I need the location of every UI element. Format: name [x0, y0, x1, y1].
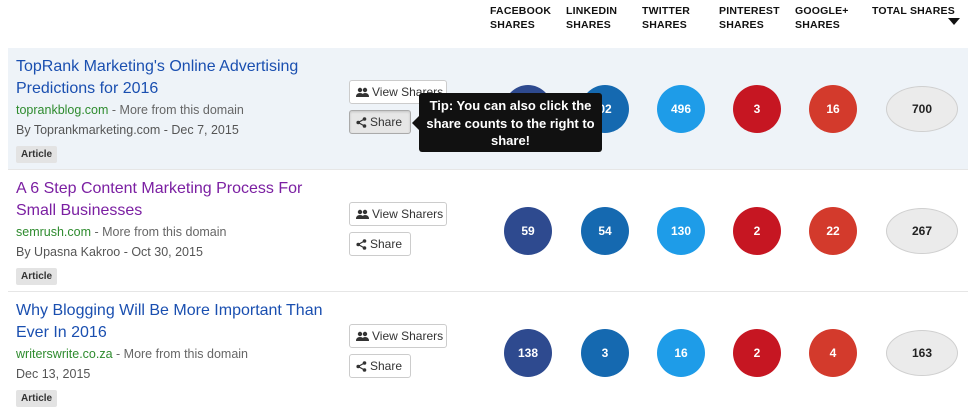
domain-line: semrush.com - More from this domain — [16, 225, 227, 239]
linkedin-share-count[interactable]: 54 — [581, 207, 629, 255]
more-from-domain-link[interactable]: - More from this domain — [91, 225, 227, 239]
domain-link[interactable]: writerswrite.co.za — [16, 347, 113, 361]
facebook-share-count[interactable]: 138 — [504, 329, 552, 377]
table-row: A 6 Step Content Marketing Process For S… — [8, 170, 968, 292]
facebook-share-count[interactable]: 59 — [504, 207, 552, 255]
more-from-domain-link[interactable]: - More from this domain — [113, 347, 248, 361]
pinterest-share-count[interactable]: 2 — [733, 207, 781, 255]
share-icon — [356, 116, 367, 128]
users-icon — [356, 87, 369, 98]
linkedin-share-count[interactable]: 3 — [581, 329, 629, 377]
total-share-count: 700 — [886, 86, 958, 132]
more-from-domain-link[interactable]: - More from this domain — [108, 103, 244, 117]
article-title-link[interactable]: Why Blogging Will Be More Important Than… — [16, 300, 336, 344]
googleplus-share-count[interactable]: 4 — [809, 329, 857, 377]
twitter-shares-header[interactable]: TWITTER SHARES — [642, 4, 690, 32]
domain-link[interactable]: semrush.com — [16, 225, 91, 239]
googleplus-shares-header[interactable]: GOOGLE+ SHARES — [795, 4, 849, 32]
total-share-count: 267 — [886, 208, 958, 254]
pinterest-share-count[interactable]: 2 — [733, 329, 781, 377]
googleplus-share-count[interactable]: 22 — [809, 207, 857, 255]
users-icon — [356, 209, 369, 220]
share-tip-tooltip: Tip: You can also click the share counts… — [412, 93, 602, 152]
view-sharers-label: View Sharers — [372, 329, 444, 343]
domain-line: toprankblog.com - More from this domain — [16, 103, 244, 117]
byline: Dec 13, 2015 — [16, 367, 91, 381]
twitter-share-count[interactable]: 496 — [657, 85, 705, 133]
linkedin-shares-header[interactable]: LINKEDIN SHARES — [566, 4, 617, 32]
byline: By Upasna Kakroo - Oct 30, 2015 — [16, 245, 203, 259]
sort-descending-icon[interactable] — [948, 18, 960, 25]
googleplus-share-count[interactable]: 16 — [809, 85, 857, 133]
view-sharers-label: View Sharers — [372, 207, 444, 221]
share-label: Share — [370, 359, 403, 373]
content-type-badge: Article — [16, 390, 58, 407]
pinterest-share-count[interactable]: 3 — [733, 85, 781, 133]
share-button[interactable]: Share — [349, 232, 411, 256]
table-header: FACEBOOK SHARES LINKEDIN SHARES TWITTER … — [0, 0, 976, 46]
table-row: Why Blogging Will Be More Important Than… — [8, 292, 968, 411]
users-icon — [356, 331, 369, 342]
content-type-badge: Article — [16, 268, 58, 285]
share-button[interactable]: Share — [349, 110, 411, 134]
content-type-badge: Article — [16, 146, 58, 163]
share-button[interactable]: Share — [349, 354, 411, 378]
share-icon — [356, 238, 367, 250]
article-title-link[interactable]: TopRank Marketing's Online Advertising P… — [16, 56, 336, 100]
facebook-shares-header[interactable]: FACEBOOK SHARES — [490, 4, 551, 32]
byline: By Toprankmarketing.com - Dec 7, 2015 — [16, 123, 239, 137]
share-label: Share — [370, 237, 403, 251]
twitter-share-count[interactable]: 16 — [657, 329, 705, 377]
total-shares-header[interactable]: TOTAL SHARES — [872, 4, 955, 18]
view-sharers-button[interactable]: View Sharers — [349, 202, 447, 226]
share-icon — [356, 360, 367, 372]
article-title-link[interactable]: A 6 Step Content Marketing Process For S… — [16, 178, 336, 222]
domain-link[interactable]: toprankblog.com — [16, 103, 108, 117]
domain-line: writerswrite.co.za - More from this doma… — [16, 347, 248, 361]
view-sharers-button[interactable]: View Sharers — [349, 324, 447, 348]
twitter-share-count[interactable]: 130 — [657, 207, 705, 255]
total-share-count: 163 — [886, 330, 958, 376]
pinterest-shares-header[interactable]: PINTEREST SHARES — [719, 4, 780, 32]
share-label: Share — [370, 115, 403, 129]
